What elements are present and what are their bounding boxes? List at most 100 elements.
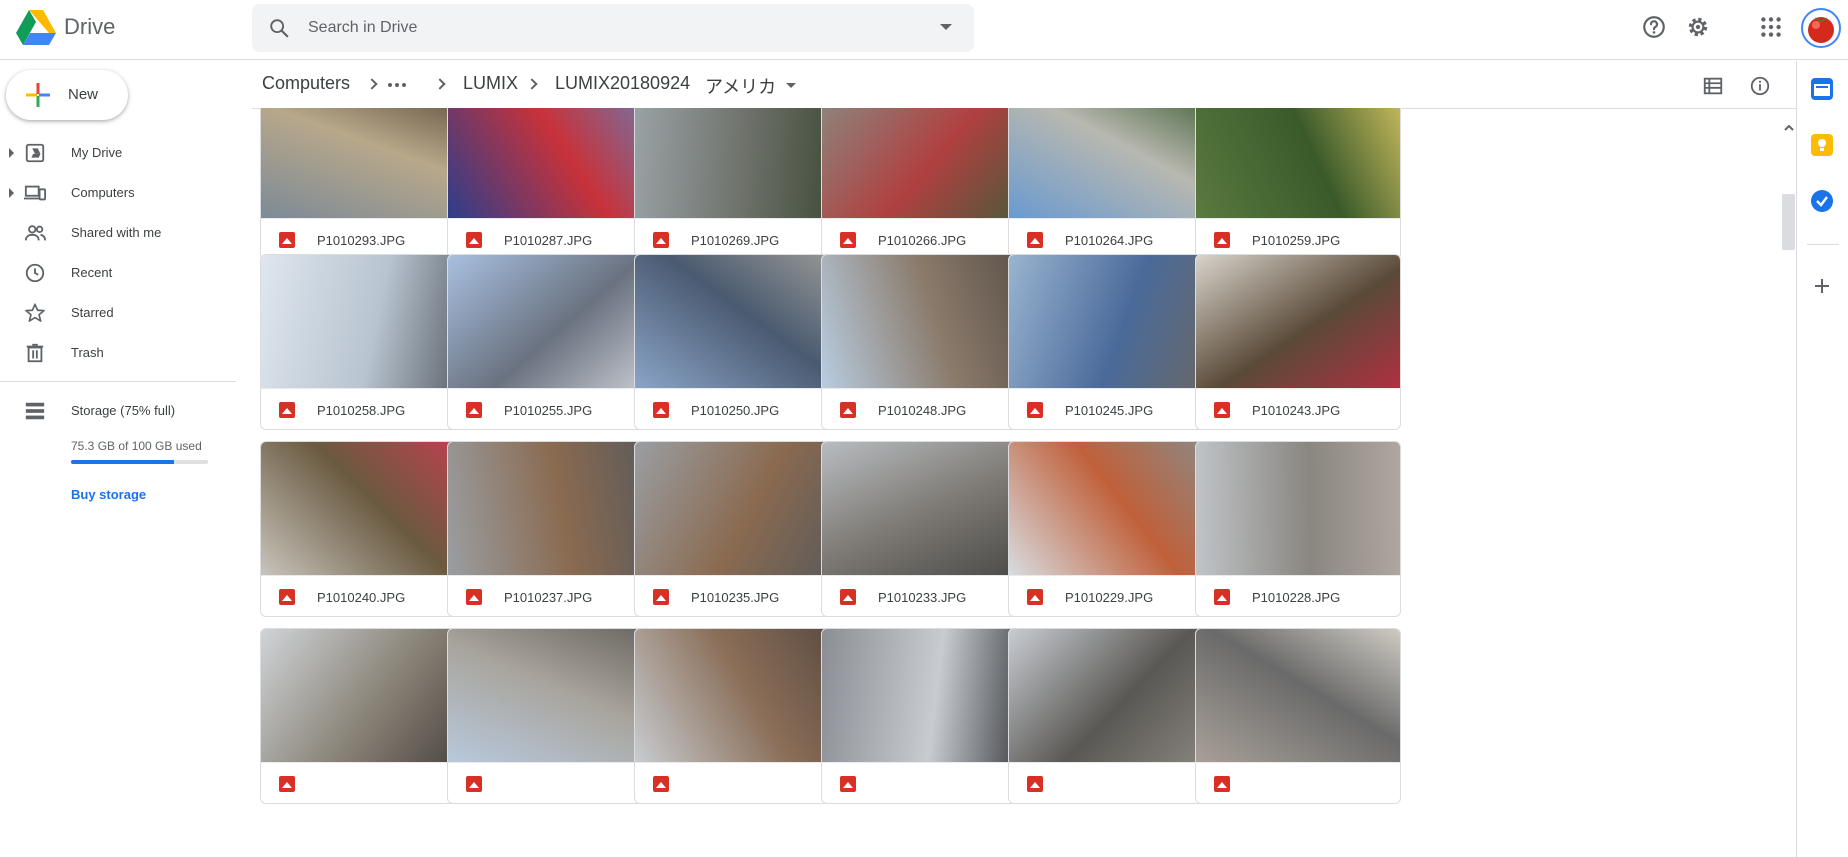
file-thumbnail[interactable]: [1009, 255, 1213, 388]
breadcrumb-more-icon[interactable]: [388, 83, 406, 87]
file-thumbnail[interactable]: [448, 442, 652, 575]
file-card[interactable]: [821, 628, 1027, 804]
file-name-row[interactable]: P1010255.JPG: [448, 388, 652, 429]
file-card[interactable]: [1195, 628, 1401, 804]
file-thumbnail[interactable]: [635, 629, 839, 762]
file-card[interactable]: P1010245.JPG: [1008, 254, 1214, 430]
help-icon[interactable]: [1641, 14, 1667, 40]
file-thumbnail[interactable]: [822, 629, 1026, 762]
search-bar[interactable]: Search in Drive: [252, 4, 974, 52]
file-thumbnail[interactable]: [261, 255, 465, 388]
file-thumbnail[interactable]: [261, 629, 465, 762]
file-name-row[interactable]: [448, 762, 652, 803]
file-card[interactable]: P1010250.JPG: [634, 254, 840, 430]
file-card[interactable]: P1010259.JPG: [1195, 108, 1401, 260]
file-thumbnail[interactable]: [1196, 255, 1400, 388]
tasks-icon[interactable]: [1811, 190, 1833, 212]
breadcrumb-computers[interactable]: Computers: [262, 73, 350, 94]
file-card[interactable]: [260, 628, 466, 804]
breadcrumb-lumix[interactable]: LUMIX: [463, 73, 518, 94]
file-thumbnail[interactable]: [1009, 108, 1213, 218]
file-card[interactable]: P1010237.JPG: [447, 441, 653, 617]
file-name-row[interactable]: P1010243.JPG: [1196, 388, 1400, 429]
file-card[interactable]: P1010235.JPG: [634, 441, 840, 617]
sidebar-item-starred[interactable]: Starred: [0, 295, 236, 331]
info-icon[interactable]: [1749, 75, 1771, 97]
file-name-row[interactable]: P1010229.JPG: [1009, 575, 1213, 616]
file-thumbnail[interactable]: [635, 442, 839, 575]
file-card[interactable]: P1010266.JPG: [821, 108, 1027, 260]
apps-grid-icon[interactable]: [1758, 14, 1784, 40]
file-card[interactable]: P1010240.JPG: [260, 441, 466, 617]
search-icon[interactable]: [268, 17, 290, 39]
file-name-row[interactable]: P1010233.JPG: [822, 575, 1026, 616]
drive-logo[interactable]: [16, 10, 56, 46]
breadcrumb-lumix20180924[interactable]: LUMIX20180924: [555, 73, 690, 94]
file-name-row[interactable]: [822, 762, 1026, 803]
folder-menu-chevron-down-icon[interactable]: [786, 83, 796, 88]
gear-icon[interactable]: [1685, 14, 1711, 40]
file-card[interactable]: [1008, 628, 1214, 804]
file-thumbnail[interactable]: [448, 629, 652, 762]
file-thumbnail[interactable]: [822, 442, 1026, 575]
file-card[interactable]: P1010233.JPG: [821, 441, 1027, 617]
file-card[interactable]: [634, 628, 840, 804]
expand-arrow-icon[interactable]: [9, 148, 14, 158]
sidebar-item-recent[interactable]: Recent: [0, 255, 236, 291]
file-card[interactable]: P1010248.JPG: [821, 254, 1027, 430]
file-thumbnail[interactable]: [261, 442, 465, 575]
file-thumbnail[interactable]: [1196, 442, 1400, 575]
sidebar-item-trash[interactable]: Trash: [0, 335, 236, 371]
file-name-row[interactable]: P1010237.JPG: [448, 575, 652, 616]
file-thumbnail[interactable]: [1009, 442, 1213, 575]
file-name-row[interactable]: P1010228.JPG: [1196, 575, 1400, 616]
file-thumbnail[interactable]: [448, 108, 652, 218]
scrollbar-thumb[interactable]: [1782, 194, 1795, 250]
storage-title[interactable]: Storage (75% full): [71, 403, 175, 418]
file-name-row[interactable]: [261, 762, 465, 803]
file-thumbnail[interactable]: [261, 108, 465, 218]
file-thumbnail[interactable]: [822, 255, 1026, 388]
calendar-icon[interactable]: [1811, 78, 1833, 100]
sidebar-item-shared-with-me[interactable]: Shared with me: [0, 215, 236, 251]
file-card[interactable]: P1010258.JPG: [260, 254, 466, 430]
sidebar-item-computers[interactable]: Computers: [0, 175, 236, 211]
search-input[interactable]: Search in Drive: [308, 19, 417, 37]
new-button[interactable]: New: [6, 70, 128, 120]
list-view-icon[interactable]: [1702, 75, 1724, 97]
file-thumbnail[interactable]: [1009, 629, 1213, 762]
file-thumbnail[interactable]: [635, 255, 839, 388]
file-card[interactable]: P1010287.JPG: [447, 108, 653, 260]
file-card[interactable]: P1010255.JPG: [447, 254, 653, 430]
file-card[interactable]: P1010269.JPG: [634, 108, 840, 260]
file-name-row[interactable]: P1010245.JPG: [1009, 388, 1213, 429]
scroll-up-chevron-icon[interactable]: [1783, 122, 1795, 134]
file-thumbnail[interactable]: [1196, 629, 1400, 762]
file-thumbnail[interactable]: [448, 255, 652, 388]
file-name-row[interactable]: P1010235.JPG: [635, 575, 839, 616]
buy-storage-link[interactable]: Buy storage: [71, 487, 146, 502]
keep-icon[interactable]: [1811, 134, 1833, 156]
expand-arrow-icon[interactable]: [9, 188, 14, 198]
file-name-row[interactable]: [1196, 762, 1400, 803]
file-name-row[interactable]: [635, 762, 839, 803]
sidebar-item-my-drive[interactable]: My Drive: [0, 135, 236, 171]
file-name-row[interactable]: P1010248.JPG: [822, 388, 1026, 429]
file-name-row[interactable]: [1009, 762, 1213, 803]
search-options-chevron-icon[interactable]: [940, 24, 952, 30]
file-card[interactable]: P1010293.JPG: [260, 108, 466, 260]
add-addon-plus-icon[interactable]: [1813, 277, 1831, 295]
file-thumbnail[interactable]: [1196, 108, 1400, 218]
file-thumbnail[interactable]: [822, 108, 1026, 218]
file-name-row[interactable]: P1010240.JPG: [261, 575, 465, 616]
file-card[interactable]: P1010228.JPG: [1195, 441, 1401, 617]
file-card[interactable]: P1010264.JPG: [1008, 108, 1214, 260]
file-card[interactable]: P1010243.JPG: [1195, 254, 1401, 430]
file-card[interactable]: P1010229.JPG: [1008, 441, 1214, 617]
avatar[interactable]: [1801, 8, 1841, 48]
file-thumbnail[interactable]: [635, 108, 839, 218]
file-name-row[interactable]: P1010250.JPG: [635, 388, 839, 429]
file-card[interactable]: [447, 628, 653, 804]
file-name-row[interactable]: P1010258.JPG: [261, 388, 465, 429]
breadcrumb-current-folder[interactable]: アメリカ: [705, 73, 776, 99]
